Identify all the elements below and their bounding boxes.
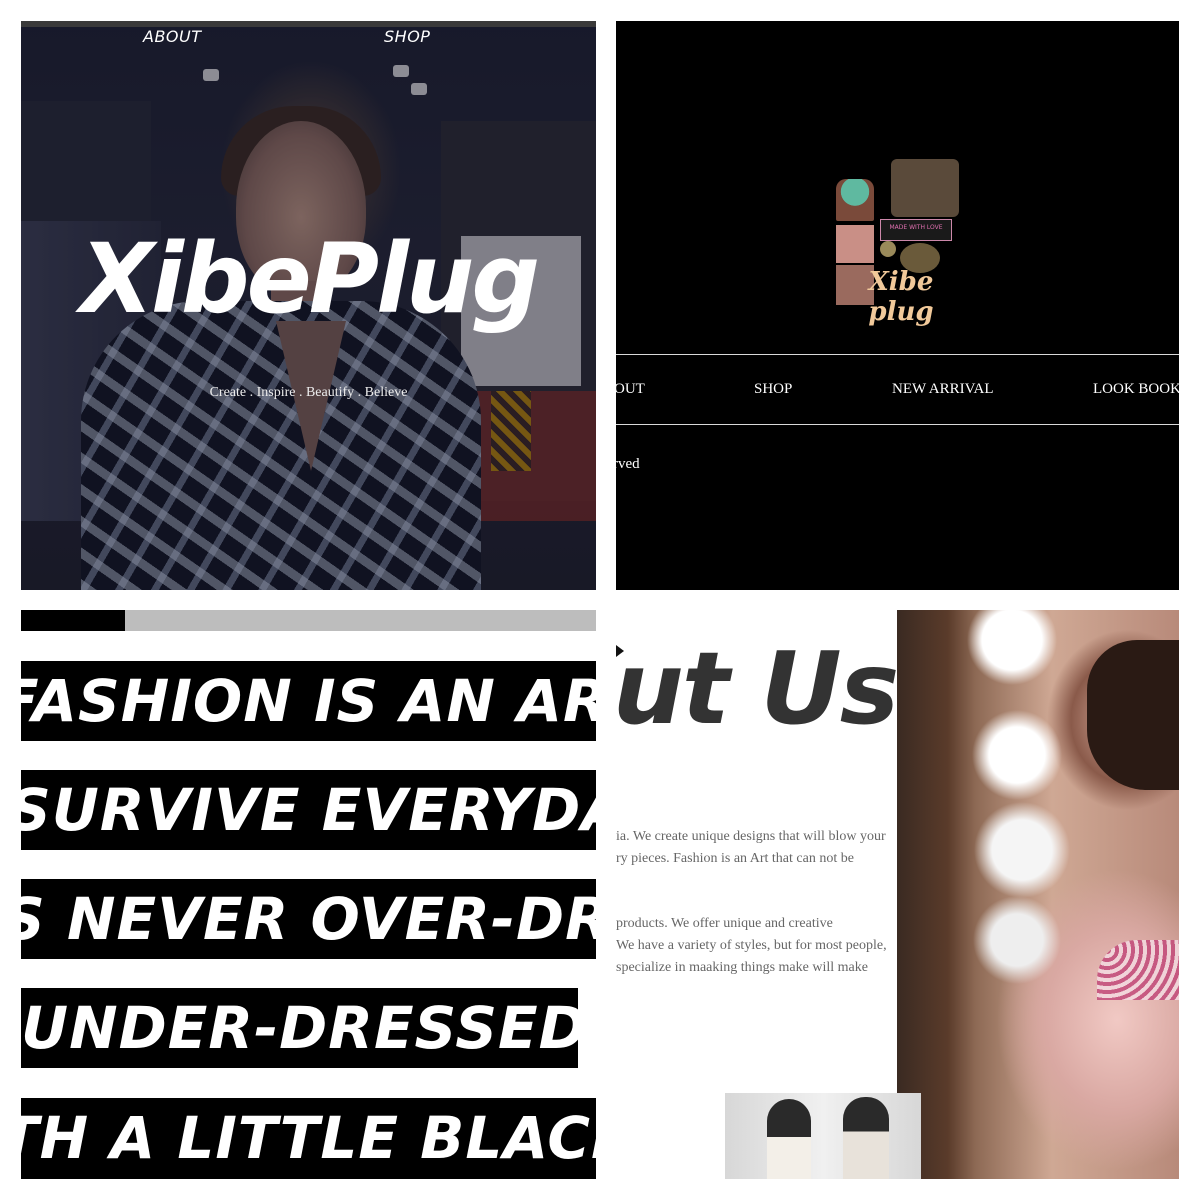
quote-strip: S NEVER OVER-DRESS <box>21 879 596 959</box>
menu-item-new-arrival[interactable]: NEW ARRIVAL <box>892 381 994 398</box>
quote-line: FASHION IS AN ARMOU <box>21 667 596 735</box>
menu-item-about[interactable]: BOUT <box>616 381 645 398</box>
quote-strip: SURVIVE EVERYDAY L <box>21 770 596 850</box>
paragraph-line: specialize in maaking things make will m… <box>616 960 868 975</box>
paragraph-line: products. We offer unique and creative <box>616 916 833 931</box>
quote-panel: FASHION IS AN ARMOU SURVIVE EVERYDAY L S… <box>21 610 596 1179</box>
paragraph-line: ia. We create unique designs that will b… <box>616 829 886 844</box>
quote-strip: TH A LITTLE BLACK DR <box>21 1098 596 1179</box>
fabric-icon <box>836 225 874 263</box>
paragraph-line: ry pieces. Fashion is an Art that can no… <box>616 851 854 866</box>
quote-line: UNDER-DRESSED <box>21 994 578 1062</box>
quote-strip: UNDER-DRESSED <box>21 988 578 1068</box>
nav-link-about[interactable]: ABOUT <box>143 27 202 46</box>
quote-line: TH A LITTLE BLACK DR <box>21 1104 596 1172</box>
brand-title: XibePlug <box>79 223 540 335</box>
models-thumbnail[interactable] <box>725 1093 921 1179</box>
logo-text: Xibe plug <box>868 267 934 327</box>
about-title: out Us <box>616 630 899 747</box>
menu-item-look-book[interactable]: LOOK BOOK <box>1093 381 1179 398</box>
scroll-progress-bar <box>21 610 596 631</box>
thimble-icon <box>880 241 896 257</box>
paragraph-line: We have a variety of styles, but for mos… <box>616 938 887 953</box>
nav-link-shop[interactable]: SHOP <box>384 27 430 46</box>
sewing-machine-icon <box>891 159 959 217</box>
brand-tagline: Create . Inspire . Beautify . Believe <box>209 385 408 400</box>
footer-copyright: rved <box>616 456 640 472</box>
divider <box>616 424 1179 425</box>
quote-line: S NEVER OVER-DRESS <box>21 885 596 953</box>
pincushion-icon <box>836 179 874 221</box>
logo-subtext: MADE WITH LOVE <box>889 224 943 231</box>
model-mirror-photo <box>897 610 1179 1179</box>
brand-logo[interactable]: MADE WITH LOVE Xibe plug <box>836 159 962 327</box>
menu-item-shop[interactable]: SHOP <box>754 381 792 398</box>
quote-strip: FASHION IS AN ARMOU <box>21 661 596 741</box>
hero-nav: ABOUT SHOP <box>21 27 596 57</box>
scroll-progress-fill <box>21 610 125 631</box>
hero-panel: ABOUT SHOP XibePlug Create . Inspire . B… <box>21 21 596 590</box>
header-panel: MADE WITH LOVE Xibe plug BOUT SHOP NEW A… <box>616 21 1179 590</box>
quote-line: SURVIVE EVERYDAY L <box>21 776 596 844</box>
divider <box>616 354 1179 355</box>
about-panel: out Us ia. We create unique designs that… <box>616 610 1179 1179</box>
